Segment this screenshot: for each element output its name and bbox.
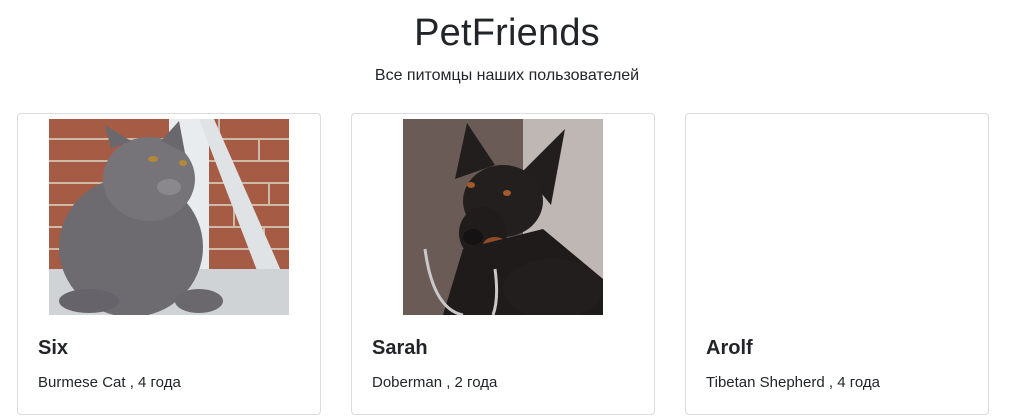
pet-name: Arolf [706,337,753,359]
site-title: PetFriends [414,12,600,54]
pet-name: Sarah [372,337,428,359]
pet-card[interactable]: Six Burmese Cat , 4 года [17,113,321,415]
pet-card[interactable]: Sarah Doberman , 2 года [351,113,655,415]
pet-photo[interactable] [717,119,957,315]
pet-info: Tibetan Shepherd , 4 года [706,374,880,391]
pet-name: Six [38,337,69,359]
pet-info: Doberman , 2 года [372,374,498,391]
pet-info: Burmese Cat , 4 года [38,374,181,391]
pet-card[interactable]: Arolf Tibetan Shepherd , 4 года [685,113,989,415]
cat-photo-icon [49,119,289,315]
pet-photo[interactable] [403,119,603,315]
page-subtitle: Все питомцы наших пользователей [374,67,640,84]
pet-photo[interactable] [49,119,289,315]
doberman-photo-icon [403,119,603,315]
